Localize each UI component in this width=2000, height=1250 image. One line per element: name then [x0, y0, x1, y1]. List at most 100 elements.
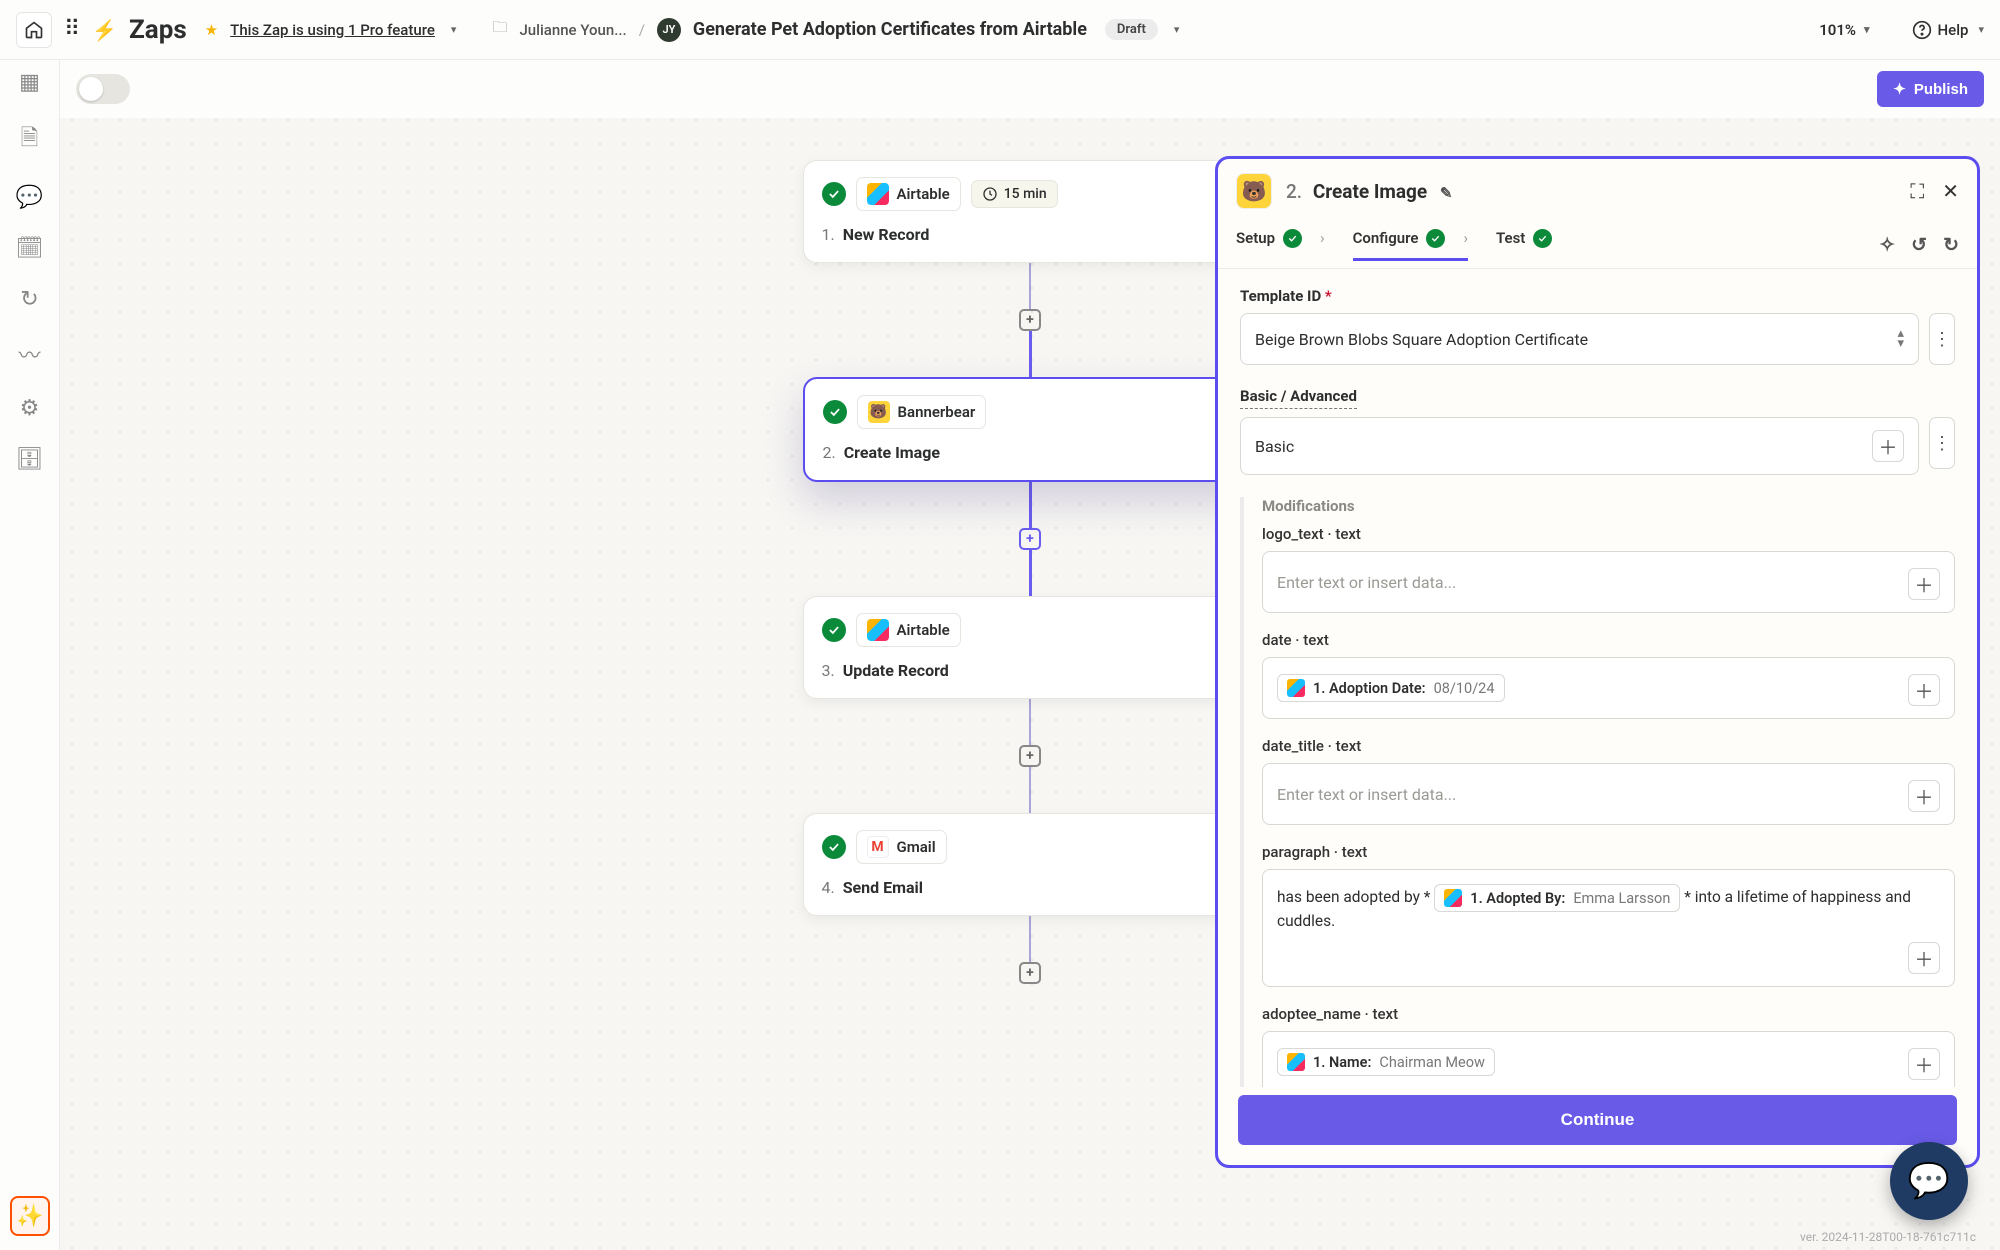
logo-text-input[interactable]: Enter text or insert data... ＋	[1262, 551, 1955, 613]
template-select[interactable]: Beige Brown Blobs Square Adoption Certif…	[1240, 313, 1919, 365]
breadcrumb-sep: /	[639, 21, 645, 39]
node-2[interactable]: ⋮ 🐻 Bannerbear 2. Create Image	[803, 377, 1258, 482]
airtable-icon	[1287, 679, 1305, 697]
expand-icon[interactable]: ⛶	[1910, 179, 1924, 203]
breadcrumb-folder[interactable]: Julianne Youn...	[519, 21, 626, 39]
mapped-value-pill[interactable]: 1. Adoption Date: 08/10/24	[1277, 674, 1505, 702]
template-label: Template ID	[1240, 287, 1321, 305]
enable-toggle[interactable]	[76, 74, 130, 104]
app-chip-label: Gmail	[897, 838, 936, 856]
home-button[interactable]	[16, 12, 52, 48]
date-title-input[interactable]: Enter text or insert data... ＋	[1262, 763, 1955, 825]
app-chip[interactable]: M Gmail	[856, 830, 947, 864]
logo-text-label: logo_text · text	[1262, 525, 1955, 543]
app-chip[interactable]: Airtable	[856, 613, 961, 647]
field-template-id: Template ID * Beige Brown Blobs Square A…	[1240, 287, 1955, 365]
apps-icon[interactable]: ⠿	[64, 17, 80, 42]
rail-calendar-icon[interactable]: 🗓	[16, 236, 44, 261]
canvas[interactable]: ✦ Publish ⋮ Airtable	[60, 60, 2000, 1250]
chat-bubble-button[interactable]: 💬	[1890, 1142, 1968, 1220]
insert-data-icon[interactable]: ＋	[1908, 1048, 1940, 1080]
owner-avatar[interactable]: JY	[657, 18, 681, 42]
node-3[interactable]: ⋮ Airtable 3. Update Record	[803, 596, 1258, 699]
add-step-button[interactable]: +	[1019, 962, 1041, 984]
required-marker: *	[1325, 287, 1332, 305]
insert-data-icon[interactable]: ＋	[1908, 942, 1940, 974]
placeholder: Enter text or insert data...	[1277, 785, 1456, 804]
tab-test[interactable]: Test	[1496, 229, 1552, 261]
help-caret-icon: ▾	[1978, 23, 1984, 36]
panel-tabs: Setup Configure Test ✧ ↺ ↻	[1218, 221, 1977, 269]
field-menu-icon[interactable]: ⋮	[1929, 417, 1955, 469]
rail-note-icon[interactable]: 🗎	[21, 121, 39, 159]
topbar: ⠿ ⚡ Zaps ★ This Zap is using 1 Pro featu…	[0, 0, 2000, 60]
close-icon[interactable]: ✕	[1942, 179, 1959, 203]
rail-apps-icon[interactable]: ▦	[19, 70, 40, 95]
help-label: Help	[1938, 21, 1969, 39]
paragraph-text: has been adopted by * 1. Adopted By: Emm…	[1277, 884, 1940, 930]
app-chip[interactable]: Airtable	[856, 177, 961, 211]
app-chip-label: Airtable	[897, 185, 950, 203]
rail-archive-icon[interactable]: 🗄	[16, 447, 44, 472]
status-check-icon	[1533, 229, 1552, 248]
publish-button[interactable]: ✦ Publish	[1877, 71, 1984, 107]
rename-icon[interactable]: ✎	[1440, 184, 1453, 202]
date-title-label: date_title · text	[1262, 737, 1955, 755]
basic-adv-label: Basic / Advanced	[1240, 387, 1357, 409]
insert-data-icon[interactable]: ＋	[1908, 674, 1940, 706]
rail-history-icon[interactable]: ↻	[20, 287, 38, 312]
publish-label: Publish	[1914, 81, 1968, 98]
add-step-button[interactable]: +	[1019, 745, 1041, 767]
help-menu[interactable]: Help ▾	[1912, 20, 1984, 40]
zap-bolt-icon: ⚡	[92, 18, 117, 42]
airtable-icon	[867, 619, 889, 641]
node-1[interactable]: ⋮ Airtable 15 min 1. New	[803, 160, 1258, 263]
rail-settings-icon[interactable]: ⚙	[20, 396, 40, 421]
rail-comment-icon[interactable]: 💬	[16, 185, 43, 210]
adoptee-label: adoptee_name · text	[1262, 1005, 1955, 1023]
tab-configure[interactable]: Configure	[1353, 229, 1468, 261]
undo-icon[interactable]: ↺	[1911, 233, 1927, 256]
star-icon: ★	[205, 21, 218, 39]
pro-feature-link[interactable]: This Zap is using 1 Pro feature	[230, 21, 435, 39]
add-step-button[interactable]: +	[1019, 528, 1041, 550]
node-4[interactable]: ⋮ M Gmail 4. Send Email	[803, 813, 1258, 916]
mapped-value-pill[interactable]: 1. Name: Chairman Meow	[1277, 1048, 1495, 1076]
placeholder: Enter text or insert data...	[1277, 573, 1456, 592]
panel-title: 2. Create Image ✎	[1286, 180, 1452, 203]
tab-setup[interactable]: Setup	[1236, 229, 1325, 261]
date-input[interactable]: 1. Adoption Date: 08/10/24 ＋	[1262, 657, 1955, 719]
adoptee-input[interactable]: 1. Name: Chairman Meow ＋	[1262, 1031, 1955, 1087]
connector	[1029, 767, 1031, 813]
app-chip[interactable]: 🐻 Bannerbear	[857, 395, 987, 429]
modifications-label: Modifications	[1262, 497, 1955, 515]
version-label: ver. 2024-11-28T00-18-761c711c	[1800, 1230, 1976, 1244]
draft-badge: Draft	[1105, 19, 1158, 40]
ai-sparkle-icon[interactable]: ✧	[1879, 233, 1895, 256]
field-paragraph: paragraph · text has been adopted by * 1…	[1262, 843, 1955, 987]
field-date: date · text 1. Adoption Date: 08/10/24 ＋	[1262, 631, 1955, 719]
airtable-icon	[867, 183, 889, 205]
insert-data-icon[interactable]: ＋	[1908, 568, 1940, 600]
panel-body: Template ID * Beige Brown Blobs Square A…	[1218, 269, 1977, 1087]
zap-title[interactable]: Generate Pet Adoption Certificates from …	[693, 19, 1087, 40]
insert-data-icon[interactable]: ＋	[1908, 780, 1940, 812]
basic-adv-select[interactable]: Basic ＋	[1240, 417, 1919, 475]
add-step-button[interactable]: +	[1019, 309, 1041, 331]
insert-data-icon[interactable]: ＋	[1872, 430, 1904, 462]
rail-copilot-button[interactable]: ✨	[10, 1196, 50, 1236]
pro-caret-icon[interactable]: ▾	[451, 23, 457, 36]
field-menu-icon[interactable]: ⋮	[1929, 313, 1955, 365]
gmail-icon: M	[867, 836, 889, 858]
mapped-value-pill[interactable]: 1. Adopted By: Emma Larsson	[1434, 884, 1680, 912]
paragraph-input[interactable]: has been adopted by * 1. Adopted By: Emm…	[1262, 869, 1955, 987]
zoom-indicator[interactable]: 101% ▾	[1819, 21, 1869, 39]
modifications-section: Modifications logo_text · text Enter tex…	[1240, 497, 1955, 1087]
redo-icon[interactable]: ↻	[1943, 233, 1959, 256]
title-caret-icon[interactable]: ▾	[1174, 23, 1180, 36]
polling-interval[interactable]: 15 min	[971, 180, 1058, 208]
stage-header: ✦ Publish	[60, 60, 2000, 118]
rail-activity-icon[interactable]: 〰	[18, 338, 40, 370]
node-title: 2. Create Image	[823, 443, 1238, 462]
continue-button[interactable]: Continue	[1238, 1095, 1957, 1145]
